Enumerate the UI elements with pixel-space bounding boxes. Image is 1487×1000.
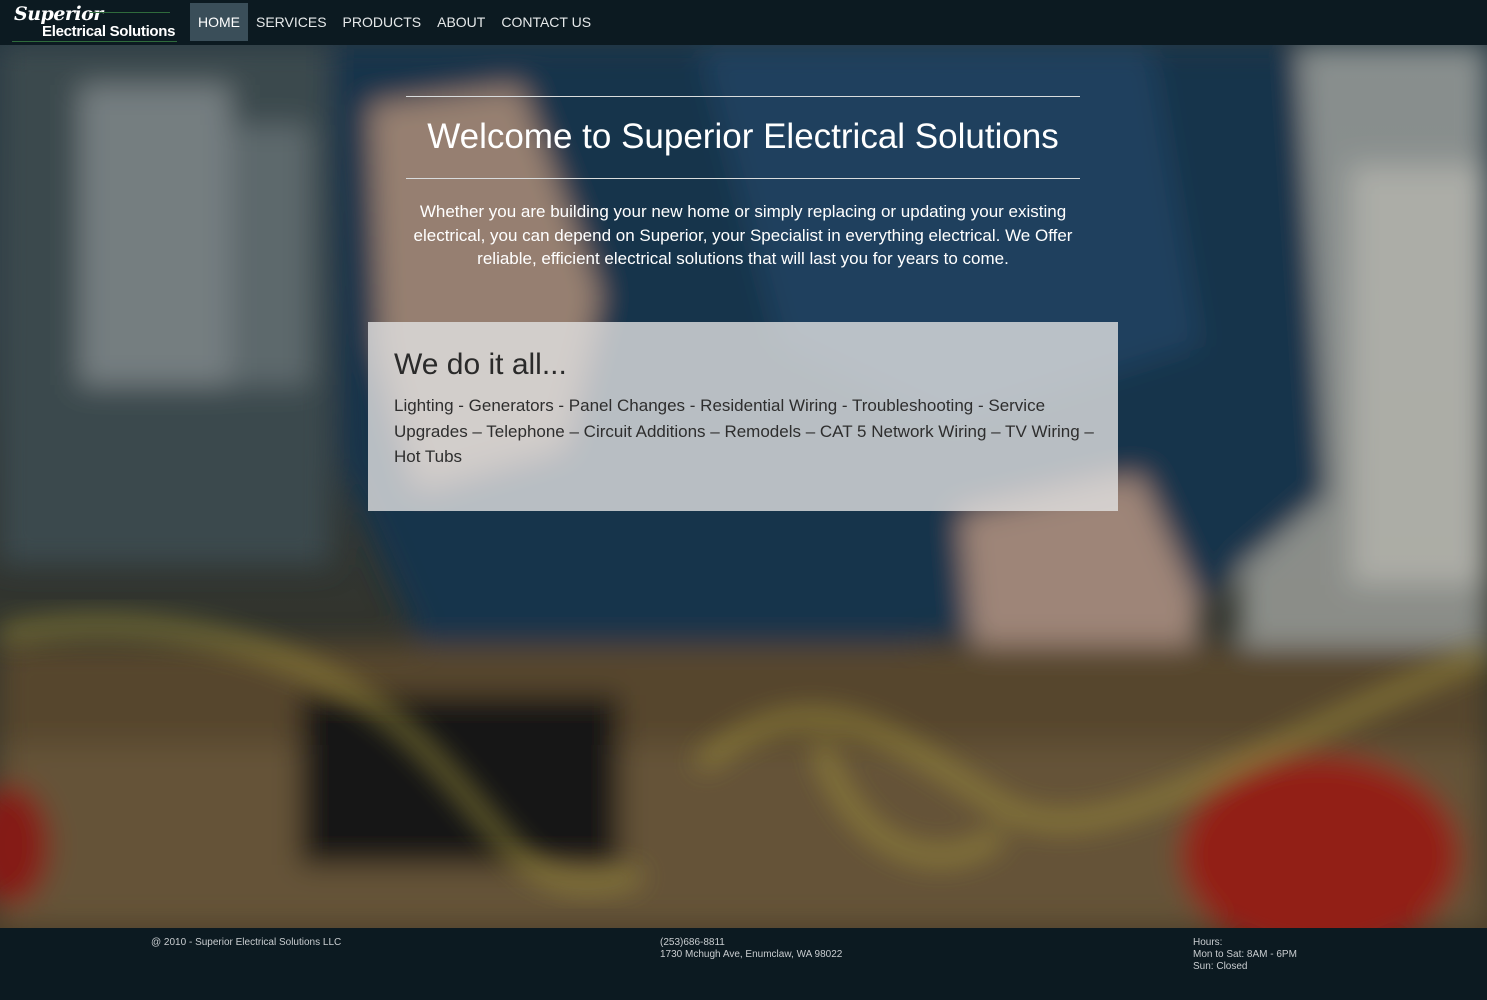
copyright-text: @ 2010 - Superior Electrical Solutions L… xyxy=(151,937,342,948)
hours-label: Hours: xyxy=(1193,937,1223,948)
hours-sunday: Sun: Closed xyxy=(1193,961,1248,972)
nav-link-about[interactable]: ABOUT xyxy=(429,3,493,41)
hours-weekday: Mon to Sat: 8AM - 6PM xyxy=(1193,949,1297,960)
welcome-divider-top xyxy=(406,96,1080,97)
logo-bottom-text: Electrical Solutions xyxy=(42,23,176,40)
welcome-heading: Welcome to Superior Electrical Solutions xyxy=(427,117,1059,156)
nav-link-products[interactable]: PRODUCTS xyxy=(335,3,430,41)
footer-copyright-column: @ 2010 - Superior Electrical Solutions L… xyxy=(151,937,341,949)
welcome-intro: Whether you are building your new home o… xyxy=(413,202,1073,268)
footer-hours-column: Hours: Mon to Sat: 8AM - 6PM Sun: Closed xyxy=(1193,937,1297,973)
nav-menu: HOME SERVICES PRODUCTS ABOUT CONTACT US xyxy=(190,3,599,41)
site-footer: @ 2010 - Superior Electrical Solutions L… xyxy=(0,928,1487,1000)
footer-contact-column: (253)686-8811 1730 Mchugh Ave, Enumclaw,… xyxy=(660,937,842,961)
services-heading: We do it all... xyxy=(394,348,567,381)
nav-link-services[interactable]: SERVICES xyxy=(248,3,335,41)
site-logo[interactable]: Superior Electrical Solutions xyxy=(12,3,177,43)
logo-underline xyxy=(12,41,177,42)
services-panel: We do it all... Lighting - Generators - … xyxy=(368,322,1118,511)
nav-link-contact-us[interactable]: CONTACT US xyxy=(493,3,599,41)
hero-section: Welcome to Superior Electrical Solutions… xyxy=(0,45,1487,928)
logo-divider xyxy=(90,12,170,13)
nav-link-home[interactable]: HOME xyxy=(190,3,248,41)
welcome-divider-bottom xyxy=(406,178,1080,179)
logo-top-text: Superior xyxy=(14,3,103,25)
street-address: 1730 Mchugh Ave, Enumclaw, WA 98022 xyxy=(660,949,843,960)
top-navbar: Superior Electrical Solutions HOME SERVI… xyxy=(0,0,1487,45)
phone-number[interactable]: (253)686-8811 xyxy=(660,937,842,949)
services-list: Lighting - Generators - Panel Changes - … xyxy=(394,396,1094,466)
